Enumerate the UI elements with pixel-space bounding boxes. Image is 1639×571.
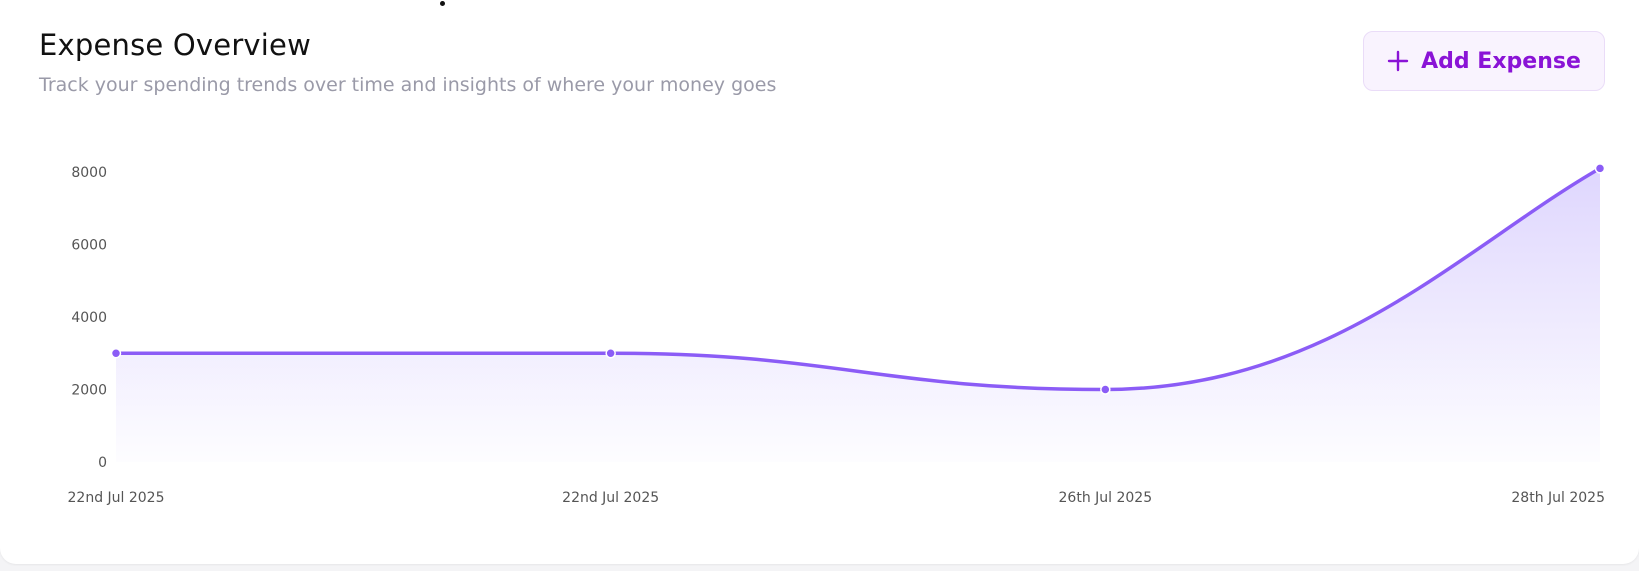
x-axis: 22nd Jul 2025 22nd Jul 2025 26th Jul 2025 2… [68,490,1606,506]
y-tick-label: 2000 [71,383,107,399]
y-tick-label: 0 [98,455,107,471]
y-axis: 0 2000 4000 6000 8000 [71,165,107,471]
data-point[interactable] [1594,163,1606,174]
expense-chart-container: 0 2000 4000 6000 8000 22nd Jul 2025 22nd Jul … [0,0,1639,567]
data-point[interactable] [110,348,122,359]
y-tick-label: 6000 [71,238,107,254]
y-tick-label: 8000 [71,165,107,181]
x-tick-label: 22nd Jul 2025 [562,490,659,506]
expense-line-chart: 02000400060008000 22nd Jul 2025 22nd Jul … [68,163,1606,506]
data-point[interactable] [1100,384,1111,395]
series-area [116,168,1600,462]
data-point[interactable] [605,348,616,359]
x-tick-label: 22nd Jul 2025 [68,490,165,506]
y-tick-label: 4000 [71,310,107,326]
x-tick-label: 28th Jul 2025 [1511,490,1605,506]
x-tick-label: 26th Jul 2025 [1059,490,1153,506]
